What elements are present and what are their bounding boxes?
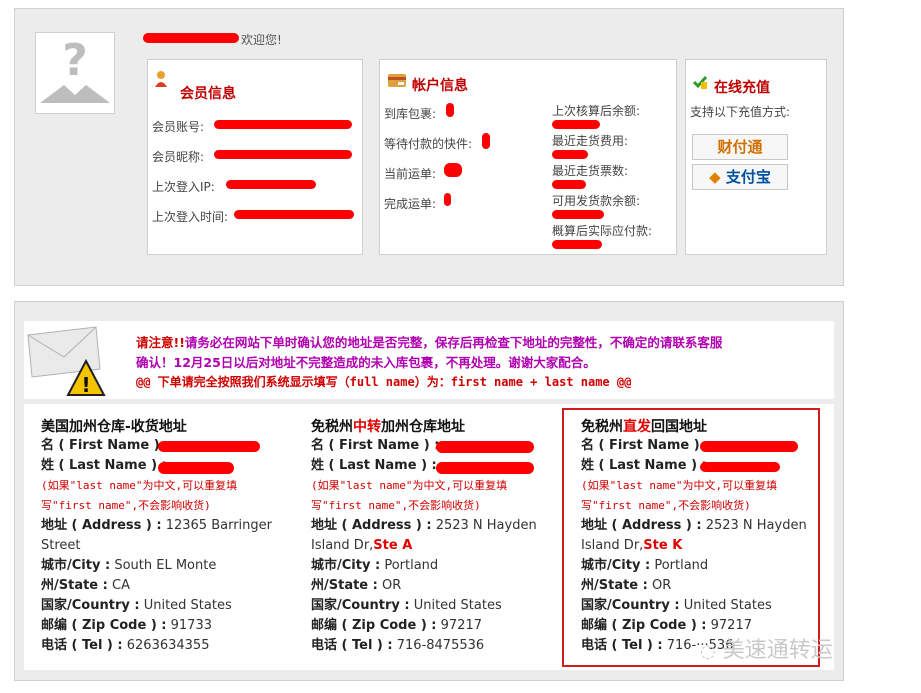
recent-shipments-count-label: 最近走货票数: — [552, 164, 629, 178]
notice-banner: ! 请注意!!请务必在网站下单时确认您的地址是否完整，保存后再检查下地址的完整性… — [24, 321, 834, 399]
alipay-button[interactable]: ◆ 支付宝 — [692, 164, 788, 190]
svg-text:?: ? — [62, 35, 88, 86]
name-note-1: (如果"last name"为中文,可以重复填 — [41, 479, 238, 492]
redacted-member-nickname — [214, 150, 352, 159]
redacted-recent-shipments-count — [552, 180, 586, 189]
svg-text:!: ! — [81, 373, 90, 397]
redacted-pending-payment — [482, 133, 490, 149]
member-account-label: 会员账号: — [152, 120, 205, 134]
address-row: 地址 ( Address ) : 2523 N Hayden — [311, 518, 537, 533]
address-row: 地址 ( Address ) : 12365 Barringer — [41, 518, 272, 533]
account-info-box: 帐户信息 到库包裹: 等待付款的快件: 当前运单: 完成运单: 上次核算后余额:… — [379, 59, 677, 255]
recharge-icon — [692, 74, 708, 93]
address-title: 免税州中转加州仓库地址 — [311, 419, 465, 435]
watermark-text: 美速通转运 — [722, 638, 833, 663]
member-info-title: 会员信息 — [180, 86, 236, 102]
redacted-last-login-time — [234, 210, 354, 219]
recharge-desc: 支持以下充值方式: — [690, 105, 791, 119]
member-nickname-label: 会员昵称: — [152, 150, 205, 164]
tel-row: 电话 ( Tel ) : 716-8475536 — [311, 638, 485, 653]
avatar: ? — [35, 32, 115, 114]
tel-row: 电话 ( Tel ) : 6263634355 — [41, 638, 210, 653]
member-icon — [154, 70, 168, 88]
user-panel: ? 欢迎您! 会员信息 会员账号: 会员昵称: 上次登入IP: 上次登入时间: … — [14, 8, 844, 286]
notice-line-1-text: 请务必在网站下单时确认您的地址是否完整，保存后再检查下地址的完整性，不确定的请联… — [184, 335, 723, 350]
name-note-2: 写"first name",不会影响收货) — [41, 499, 211, 512]
state-row: 州/State : CA — [41, 578, 130, 593]
notice-line-2: 确认！12月25日以后对地址不完整造成的未入库包裹，不再处理。谢谢大家配合。 — [136, 355, 596, 370]
last-login-ip-label: 上次登入IP: — [152, 180, 215, 194]
country-row: 国家/Country : United States — [41, 598, 232, 613]
alipay-shield-icon: ◆ — [709, 168, 721, 186]
city-row: 城市/City : Portland — [311, 558, 439, 573]
last-login-time-label: 上次登入时间: — [152, 210, 229, 224]
address-title: 美国加州仓库-收货地址 — [41, 419, 187, 435]
address-column-ca-warehouse: 美国加州仓库-收货地址 名 ( First Name ) : 姓 ( Last … — [41, 416, 291, 656]
redacted-recent-shipping-fee — [552, 150, 588, 159]
recent-shipping-fee-label: 最近走货费用: — [552, 134, 629, 148]
wallet-icon — [388, 74, 406, 90]
notice-attention: 请注意!! — [136, 335, 185, 350]
account-info-title: 帐户信息 — [412, 78, 468, 94]
address-row-2: Island Dr,Ste A — [311, 538, 413, 553]
member-info-box: 会员信息 会员账号: 会员昵称: 上次登入IP: 上次登入时间: — [147, 59, 363, 255]
address-row-2: Street — [41, 538, 81, 553]
redacted-username — [143, 33, 239, 43]
last-balance-label: 上次核算后余额: — [552, 104, 641, 118]
mail-warning-icon: ! — [26, 325, 106, 400]
redacted-arrived-packages — [446, 103, 454, 117]
current-waybill-label: 当前运单: — [384, 167, 437, 181]
available-balance-label: 可用发货款余额: — [552, 194, 641, 208]
zip-row: 邮编 ( Zip Code ) : 91733 — [41, 618, 212, 633]
redacted-last-name-1 — [158, 462, 234, 474]
redacted-estimated-payable — [552, 240, 602, 249]
notice-line-1: 请注意!!请务必在网站下单时确认您的地址是否完整，保存后再检查下地址的完整性，不… — [136, 332, 722, 351]
name-note-2: 写"first name",不会影响收货) — [311, 499, 481, 512]
alipay-label: 支付宝 — [725, 168, 771, 186]
default-avatar-icon: ? — [36, 33, 114, 113]
state-row: 州/State : OR — [311, 578, 402, 593]
highlight-frame — [562, 408, 820, 667]
redacted-completed-waybill — [444, 193, 451, 206]
wechat-icon: ◌ — [700, 641, 716, 662]
city-row: 城市/City : South EL Monte — [41, 558, 217, 573]
notice-line-3: @@ 下单请完全按照我们系统显示填写（full name）为：first nam… — [136, 375, 632, 389]
recharge-box: 在线充值 支持以下充值方式: 财付通 ◆ 支付宝 — [685, 59, 827, 255]
redacted-current-waybill — [444, 163, 462, 177]
redacted-last-balance — [552, 120, 600, 129]
arrived-packages-label: 到库包裹: — [384, 107, 437, 121]
recharge-title: 在线充值 — [714, 80, 770, 96]
completed-waybill-label: 完成运单: — [384, 197, 437, 211]
redacted-first-name-2 — [436, 441, 534, 453]
pending-payment-label: 等待付款的快件: — [384, 137, 473, 151]
welcome-text: 欢迎您! — [241, 33, 282, 47]
tenpay-button[interactable]: 财付通 — [692, 134, 788, 160]
redacted-member-account — [214, 120, 352, 129]
suite-number: Ste A — [373, 538, 413, 553]
redacted-first-name-1 — [158, 441, 260, 452]
redacted-last-login-ip — [226, 180, 316, 189]
tenpay-label: 财付通 — [717, 138, 763, 156]
country-row: 国家/Country : United States — [311, 598, 502, 613]
watermark: ◌ 美速通转运 — [700, 632, 833, 664]
redacted-available-balance — [552, 210, 604, 219]
redacted-last-name-2 — [436, 462, 534, 474]
name-note-1: (如果"last name"为中文,可以重复填 — [311, 479, 508, 492]
zip-row: 邮编 ( Zip Code ) : 97217 — [311, 618, 482, 633]
estimated-payable-label: 概算后实际应付款: — [552, 224, 653, 238]
